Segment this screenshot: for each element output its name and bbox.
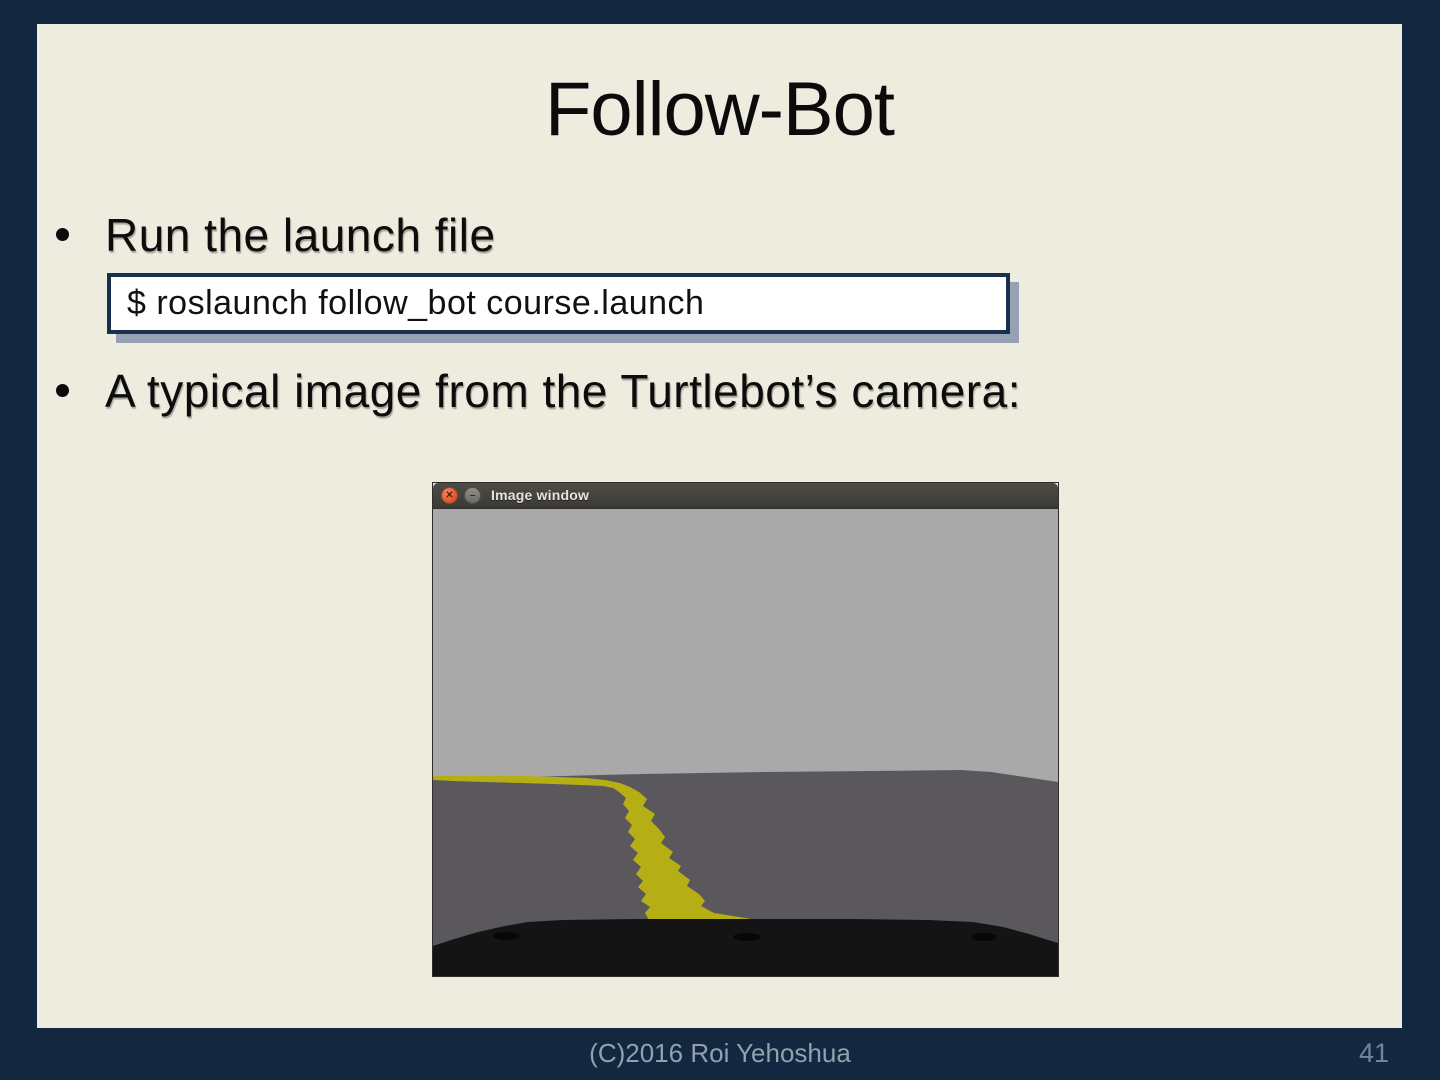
bullet-icon [56,228,69,241]
base-screw-hole [733,933,761,941]
minimize-icon[interactable]: – [464,487,481,504]
base-screw-hole [971,933,997,941]
presentation-slide: { "slide": { "title": "Follow-Bot", "bul… [0,0,1440,1080]
close-icon[interactable]: ✕ [441,487,458,504]
slide-canvas: Follow-Bot Run the launch file $ roslaun… [37,24,1402,1028]
image-window: ✕ – Image window [432,482,1059,977]
window-title: Image window [491,487,590,503]
window-titlebar[interactable]: ✕ – Image window [433,483,1058,509]
footer-copyright: (C)2016 Roi Yehoshua [589,1038,851,1068]
page-number: 41 [1358,1038,1390,1068]
camera-view-image [433,509,1058,976]
bullet-text: Run the launch file [105,209,496,261]
bullet-text: A typical image from the Turtlebot’s cam… [105,365,1021,417]
base-screw-hole [493,932,519,940]
code-command: $ roslaunch follow_bot course.launch [127,284,705,322]
robot-base [433,919,1058,976]
bullet-icon [56,384,69,397]
page-title: Follow-Bot [545,67,895,152]
code-box: $ roslaunch follow_bot course.launch [107,273,1010,334]
